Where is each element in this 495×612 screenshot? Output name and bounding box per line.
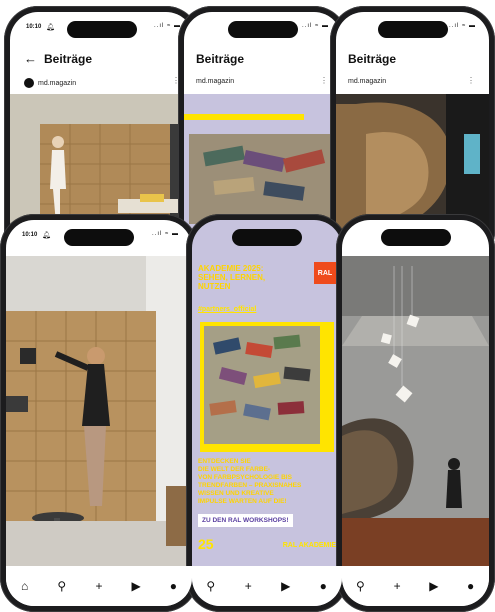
more-options-icon[interactable]: ⋮ — [172, 76, 180, 85]
more-options-icon[interactable]: ⋮ — [320, 76, 328, 85]
dynamic-island — [67, 21, 137, 38]
workshop-footer: RAL AKADEMIE — [282, 542, 336, 549]
status-icons: ..ıl ≈ ▬ — [154, 23, 181, 29]
phone-front-middle: AKADEMIE 2025: SEHEN, LERNEN, NUTZEN RAL… — [186, 214, 348, 612]
screen: ⚲ + ▶ ● — [342, 220, 489, 606]
bottom-nav: ⚲ + ▶ ● — [192, 566, 342, 606]
post-image-ral-workshop: AKADEMIE 2025: SEHEN, LERNEN, NUTZEN RAL… — [192, 256, 342, 576]
status-icons: ..ıl ≈ ▬ — [152, 231, 179, 237]
screen: AKADEMIE 2025: SEHEN, LERNEN, NUTZEN RAL… — [192, 220, 342, 606]
page-title: Beiträge — [196, 52, 245, 66]
bottom-nav: ⚲ + ▶ ● — [342, 566, 489, 606]
status-time: 10:10 — [26, 24, 42, 30]
phone-front-right: ⚲ + ▶ ● — [336, 214, 495, 612]
dynamic-island — [232, 229, 302, 246]
post-image-woman-at-wood-wall — [6, 256, 192, 576]
account-name[interactable]: md.magazin — [196, 78, 234, 85]
ral-logo: RAL — [314, 262, 336, 284]
dynamic-island — [380, 229, 451, 246]
account-row[interactable]: md.magazin — [196, 78, 234, 85]
home-icon[interactable]: ⌂ — [13, 579, 37, 593]
phone-front-left: 10:10 🔔︎ ..ıl ≈ ▬ ⌂ ⚲ + ▶ ● — [0, 214, 198, 612]
status-icons: ..ıl ≈ ▬ — [449, 23, 476, 29]
account-row[interactable]: md.magazin — [24, 78, 76, 88]
workshop-year: 25 — [198, 536, 214, 552]
avatar[interactable] — [24, 78, 34, 88]
search-icon[interactable]: ⚲ — [199, 579, 223, 593]
create-icon[interactable]: + — [87, 579, 111, 593]
workshop-cta-button[interactable]: ZU DEN RAL WORKSHOPS! — [198, 514, 293, 527]
dynamic-island — [377, 21, 448, 38]
page-title: Beiträge — [348, 52, 397, 66]
profile-icon[interactable]: ● — [459, 579, 483, 593]
workshop-heading: AKADEMIE 2025: SEHEN, LERNEN, NUTZEN — [198, 264, 266, 291]
status-time: 10:10 — [22, 232, 38, 238]
bell-icon: 🔔︎ — [42, 232, 51, 239]
search-icon[interactable]: ⚲ — [348, 579, 372, 593]
reels-icon[interactable]: ▶ — [124, 579, 148, 593]
reels-icon[interactable]: ▶ — [274, 579, 298, 593]
search-icon[interactable]: ⚲ — [50, 579, 74, 593]
back-arrow-icon[interactable]: ← — [24, 51, 37, 66]
account-name[interactable]: md.magazin — [348, 78, 386, 85]
workshop-body: ENTDECKEN SIE DIE WELT DER FARBE- VON FA… — [198, 458, 302, 505]
bottom-nav: ⌂ ⚲ + ▶ ● — [6, 566, 192, 606]
create-icon[interactable]: + — [236, 579, 260, 593]
dynamic-island — [228, 21, 298, 38]
more-options-icon[interactable]: ⋮ — [467, 76, 475, 85]
account-name[interactable]: md.magazin — [38, 80, 76, 87]
create-icon[interactable]: + — [385, 579, 409, 593]
partner-handle: #partners_official — [198, 306, 257, 313]
color-cards-photo — [200, 322, 334, 452]
post-image-lobby-lights — [342, 256, 489, 576]
screen: 10:10 🔔︎ ..ıl ≈ ▬ ⌂ ⚲ + ▶ ● — [6, 220, 192, 606]
profile-icon[interactable]: ● — [161, 579, 185, 593]
profile-icon[interactable]: ● — [311, 579, 335, 593]
dynamic-island — [64, 229, 134, 246]
account-row[interactable]: md.magazin — [348, 78, 386, 85]
bell-icon: 🔔︎ — [46, 24, 55, 31]
status-icons: ..ıl ≈ ▬ — [302, 23, 329, 29]
page-title: Beiträge — [44, 52, 93, 66]
reels-icon[interactable]: ▶ — [422, 579, 446, 593]
